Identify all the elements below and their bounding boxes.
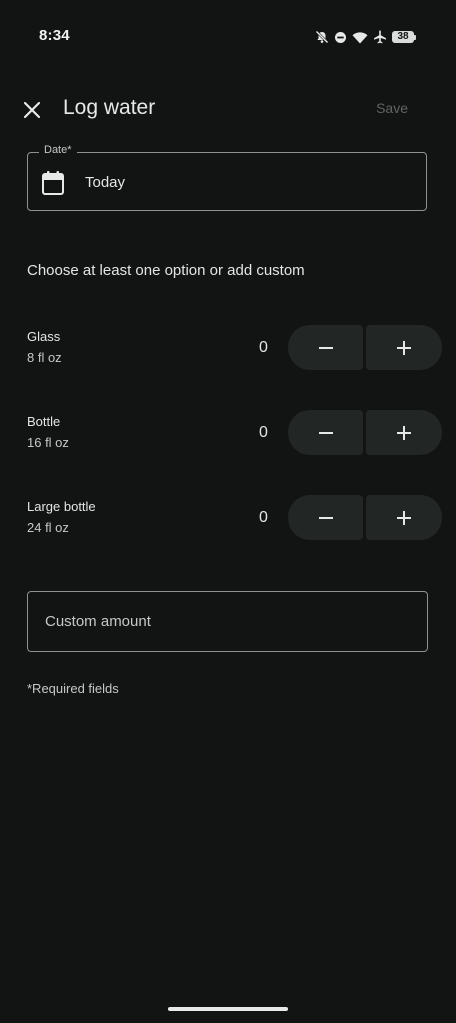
dnd-icon: [334, 31, 347, 44]
minus-icon: [318, 346, 333, 349]
option-size-bottle: 16 fl oz: [27, 435, 69, 450]
option-name-large-bottle: Large bottle: [27, 499, 96, 514]
option-count-bottle: 0: [259, 424, 268, 441]
date-field-label: Date*: [39, 144, 77, 156]
plus-icon: [397, 510, 411, 525]
airplane-icon: [373, 30, 387, 44]
option-count-glass: 0: [259, 339, 268, 356]
increment-bottle-button[interactable]: [366, 410, 442, 455]
option-name-glass: Glass: [27, 329, 61, 344]
save-button[interactable]: Save: [376, 100, 408, 116]
page-title: Log water: [63, 96, 156, 119]
wifi-icon: [352, 31, 368, 44]
increment-large-bottle-button[interactable]: [366, 495, 442, 540]
battery-level: 38: [392, 31, 414, 43]
increment-glass-button[interactable]: [366, 325, 442, 370]
plus-icon: [397, 340, 411, 355]
minus-icon: [318, 431, 333, 434]
home-indicator[interactable]: [168, 1007, 288, 1011]
mute-icon: [315, 30, 329, 44]
instruction-text: Choose at least one option or add custom: [27, 262, 305, 279]
status-time: 8:34: [39, 27, 70, 44]
option-size-large-bottle: 24 fl oz: [27, 520, 69, 535]
battery-icon: 38: [392, 31, 416, 43]
plus-icon: [397, 425, 411, 440]
minus-icon: [318, 516, 333, 519]
custom-amount-placeholder: Custom amount: [45, 613, 151, 630]
option-size-glass: 8 fl oz: [27, 350, 62, 365]
decrement-bottle-button[interactable]: [288, 410, 363, 455]
option-name-bottle: Bottle: [27, 414, 61, 429]
decrement-large-bottle-button[interactable]: [288, 495, 363, 540]
decrement-glass-button[interactable]: [288, 325, 363, 370]
close-button[interactable]: [14, 92, 50, 128]
date-field-value: Today: [85, 174, 126, 191]
status-icons: 38: [315, 27, 416, 47]
close-icon: [23, 101, 41, 119]
calendar-icon: [41, 170, 65, 201]
option-count-large-bottle: 0: [259, 509, 268, 526]
required-fields-note: *Required fields: [27, 681, 119, 696]
